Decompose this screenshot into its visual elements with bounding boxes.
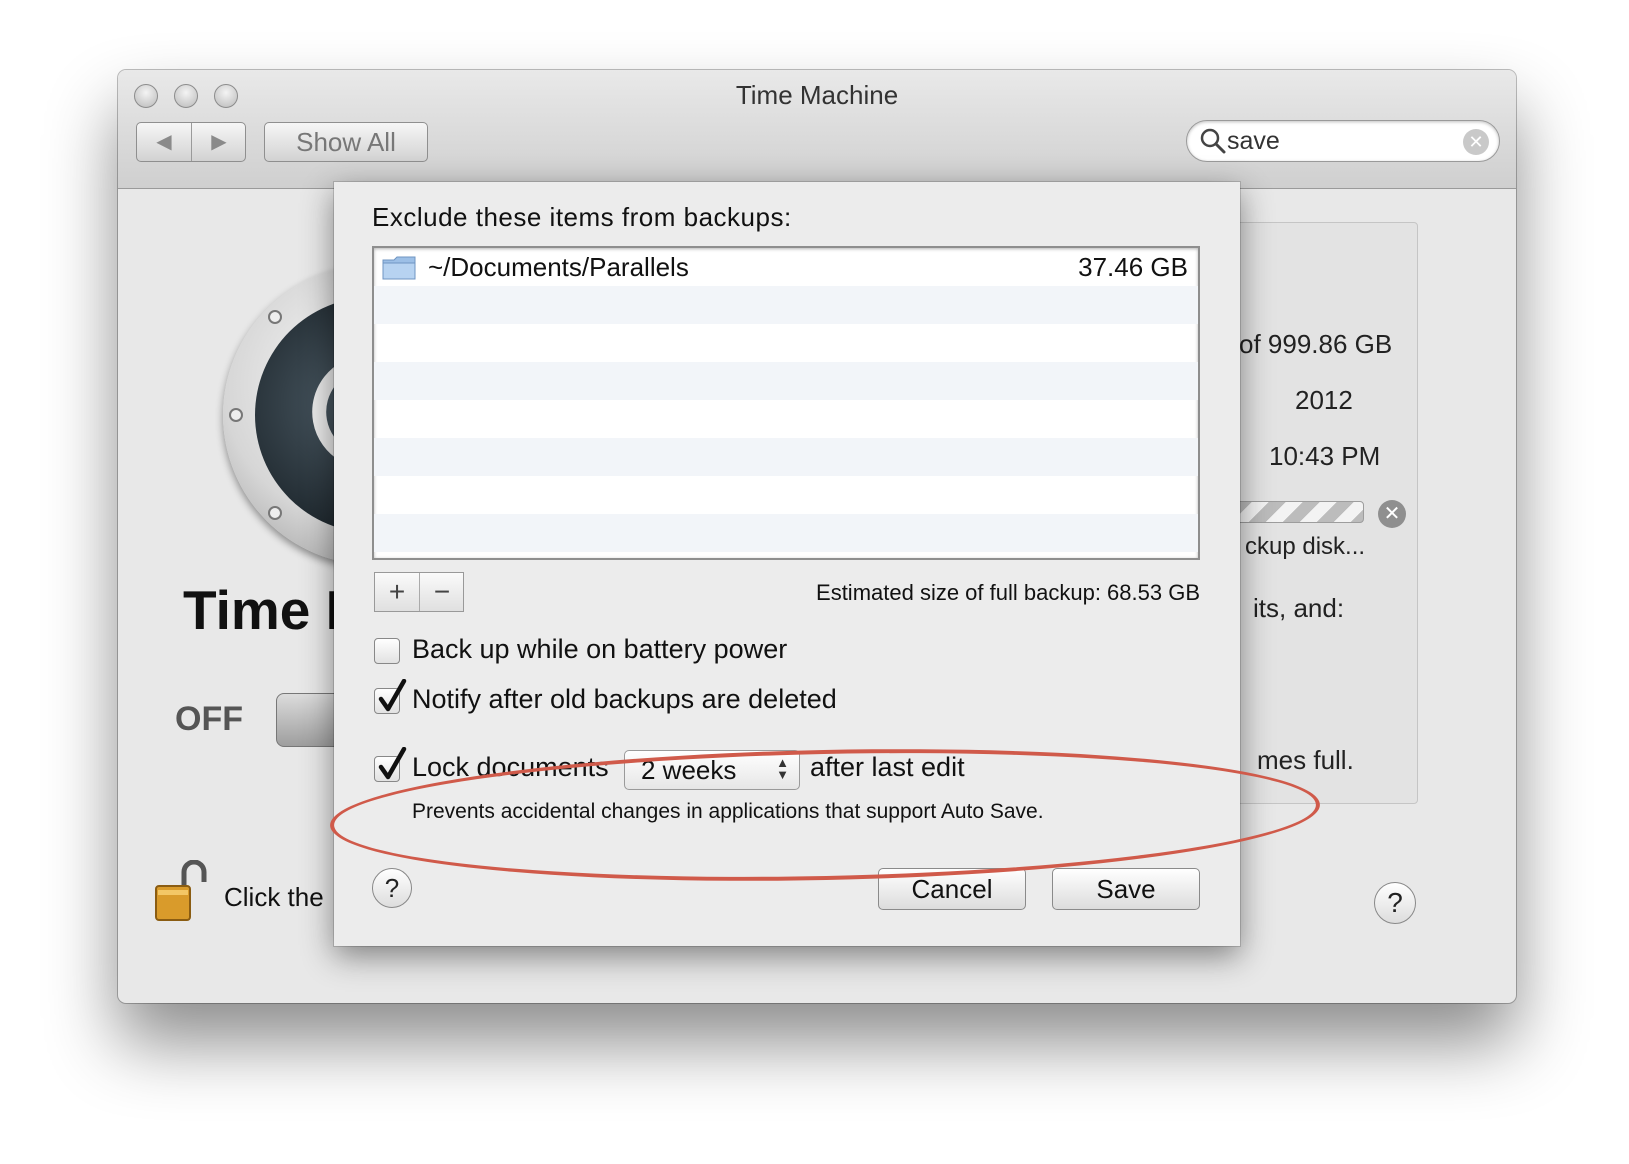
add-button[interactable]: +	[375, 573, 420, 611]
cancel-backup-icon[interactable]: ✕	[1378, 500, 1406, 528]
magnifier-icon	[1200, 128, 1226, 154]
exclude-label: Exclude these items from backups:	[372, 202, 792, 232]
empty-row	[374, 400, 1198, 438]
checkmark-icon	[378, 747, 407, 780]
empty-row	[374, 476, 1198, 514]
folder-icon	[382, 256, 416, 280]
battery-option-label: Back up while on battery power	[412, 634, 788, 664]
back-button[interactable]: ◀	[137, 123, 192, 161]
oldest-backup-text: 2012	[1295, 385, 1353, 415]
search-field[interactable]: ✕	[1186, 120, 1500, 162]
title-bar: Time Machine ◀ ▶ Show All ✕	[118, 70, 1516, 189]
notify-checkbox[interactable]	[374, 679, 407, 714]
empty-row	[374, 324, 1198, 362]
sheet-help-button[interactable]: ?	[372, 868, 412, 908]
empty-row	[374, 362, 1198, 400]
show-all-button[interactable]: Show All	[264, 122, 428, 162]
lock-icon[interactable]	[154, 860, 208, 922]
empty-row	[374, 514, 1198, 552]
notify-option-label: Notify after old backups are deleted	[412, 684, 837, 714]
remove-button[interactable]: −	[420, 573, 464, 611]
clear-icon[interactable]: ✕	[1463, 129, 1489, 155]
nav-segmented-control: ◀ ▶	[136, 122, 246, 162]
estimated-size-text: Estimated size of full backup: 68.53 GB	[816, 580, 1200, 605]
latest-backup-text: 10:43 PM	[1269, 441, 1381, 471]
backup-progress-bar	[1234, 501, 1364, 523]
toggle-state-label: OFF	[175, 700, 243, 738]
info-text-end: mes full.	[1257, 745, 1354, 775]
help-button[interactable]: ?	[1374, 882, 1416, 924]
empty-row	[374, 286, 1198, 324]
window-title: Time Machine	[735, 80, 899, 110]
search-input[interactable]	[1227, 127, 1447, 155]
forward-button[interactable]: ▶	[192, 123, 246, 161]
empty-row	[374, 438, 1198, 476]
add-remove-control: + −	[374, 572, 464, 612]
backup-status-text: ckup disk...	[1245, 533, 1366, 560]
lock-documents-checkbox[interactable]	[374, 747, 407, 782]
excluded-items-list[interactable]: ~/Documents/Parallels 37.46 GB	[372, 246, 1200, 560]
save-button[interactable]: Save	[1052, 868, 1200, 910]
disk-capacity-text: of 999.86 GB	[1239, 329, 1393, 359]
lock-instruction-text: Click the	[224, 882, 324, 912]
info-text: its, and:	[1253, 593, 1345, 623]
checkmark-icon	[378, 679, 407, 712]
excluded-item-path: ~/Documents/Parallels	[428, 252, 689, 282]
excluded-item-size: 37.46 GB	[1078, 252, 1188, 282]
list-item[interactable]: ~/Documents/Parallels 37.46 GB	[374, 248, 1198, 286]
battery-checkbox[interactable]	[374, 638, 400, 664]
